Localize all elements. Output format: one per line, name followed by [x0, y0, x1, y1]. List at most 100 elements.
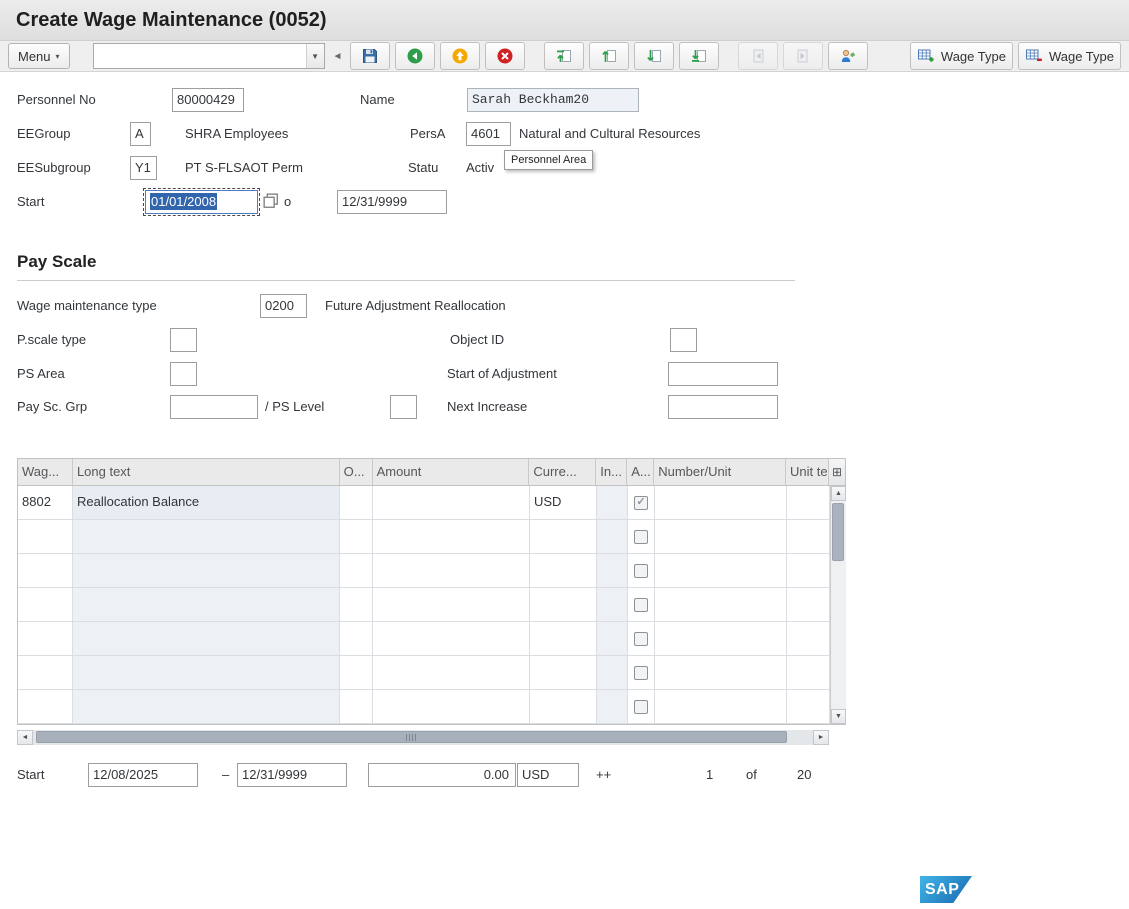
previous-page-button[interactable]	[589, 42, 629, 70]
operation-cell[interactable]	[340, 690, 373, 724]
number-unit-cell[interactable]	[655, 656, 787, 690]
start-date-field[interactable]: 01/01/2008	[145, 190, 258, 214]
footer-amount-field[interactable]: 0.00	[368, 763, 516, 787]
cancel-button[interactable]	[485, 42, 525, 70]
row-checkbox[interactable]	[634, 700, 648, 714]
menu-button[interactable]: Menu ▾	[8, 43, 70, 69]
vertical-scrollbar-thumb[interactable]	[832, 503, 844, 561]
operation-cell[interactable]	[340, 622, 373, 656]
number-unit-cell[interactable]	[655, 622, 787, 656]
amount-cell[interactable]	[373, 486, 530, 520]
exit-button[interactable]	[440, 42, 480, 70]
currency-cell[interactable]	[530, 520, 597, 554]
unit-text-cell[interactable]	[787, 622, 830, 656]
wage-type-cell[interactable]	[18, 554, 73, 588]
ps-level-field[interactable]	[390, 395, 417, 419]
wage-maintenance-type-field[interactable]: 0200	[260, 294, 307, 318]
copy-icon[interactable]	[261, 191, 281, 211]
unit-text-cell[interactable]	[787, 656, 830, 690]
number-unit-cell[interactable]	[655, 520, 787, 554]
amount-cell[interactable]	[373, 520, 530, 554]
scroll-down-button[interactable]: ▼	[831, 709, 846, 724]
pay-sc-grp-field[interactable]	[170, 395, 258, 419]
currency-cell[interactable]	[530, 690, 597, 724]
column-header-operation[interactable]: O...	[340, 459, 373, 485]
unit-text-cell[interactable]	[787, 520, 830, 554]
back-button[interactable]	[395, 42, 435, 70]
row-checkbox[interactable]	[634, 666, 648, 680]
number-unit-cell[interactable]	[655, 690, 787, 724]
currency-cell[interactable]	[530, 622, 597, 656]
chevron-down-icon[interactable]: ▼	[306, 44, 324, 68]
end-date-field[interactable]: 12/31/9999	[337, 190, 447, 214]
ps-area-field[interactable]	[170, 362, 197, 386]
scroll-right-button[interactable]: ►	[813, 730, 829, 745]
column-header-indicator[interactable]: In...	[596, 459, 627, 485]
save-button[interactable]	[350, 42, 390, 70]
column-header-a[interactable]: A...	[627, 459, 654, 485]
row-checkbox[interactable]	[634, 530, 648, 544]
operation-cell[interactable]	[340, 486, 373, 520]
number-unit-cell[interactable]	[655, 588, 787, 622]
unit-text-cell[interactable]	[787, 554, 830, 588]
unit-text-cell[interactable]	[787, 588, 830, 622]
first-page-button[interactable]	[544, 42, 584, 70]
wage-type-cell[interactable]	[18, 622, 73, 656]
last-page-button[interactable]	[679, 42, 719, 70]
row-checkbox[interactable]: ✓	[634, 496, 648, 510]
operation-cell[interactable]	[340, 656, 373, 690]
table-settings-button[interactable]: ⊞	[829, 459, 845, 485]
amount-cell[interactable]	[373, 690, 530, 724]
amount-cell[interactable]	[373, 588, 530, 622]
horizontal-scrollbar-track[interactable]	[33, 730, 813, 745]
column-header-amount[interactable]: Amount	[373, 459, 530, 485]
column-header-currency[interactable]: Curre...	[529, 459, 596, 485]
currency-cell[interactable]	[530, 656, 597, 690]
operation-cell[interactable]	[340, 554, 373, 588]
footer-currency-field[interactable]: USD	[517, 763, 579, 787]
vertical-scrollbar[interactable]: ▲ ▼	[830, 486, 846, 724]
wage-type-cell[interactable]	[18, 656, 73, 690]
footer-to-date-field[interactable]: 12/31/9999	[237, 763, 347, 787]
wage-type-cell[interactable]	[18, 588, 73, 622]
currency-cell[interactable]	[530, 588, 597, 622]
object-id-field[interactable]	[670, 328, 697, 352]
footer-from-date-field[interactable]: 12/08/2025	[88, 763, 198, 787]
horizontal-scrollbar-thumb[interactable]	[36, 731, 787, 743]
amount-cell[interactable]	[373, 554, 530, 588]
vertical-scrollbar-track[interactable]	[831, 501, 846, 709]
add-wage-type-button[interactable]: Wage Type	[910, 42, 1013, 70]
delete-wage-type-button[interactable]: Wage Type	[1018, 42, 1121, 70]
collapse-toolbar-icon[interactable]: ◄	[330, 51, 346, 62]
operation-cell[interactable]	[340, 520, 373, 554]
pscale-type-field[interactable]	[170, 328, 197, 352]
horizontal-scrollbar[interactable]: ◄ ►	[17, 730, 829, 745]
command-field[interactable]: ▼	[93, 43, 325, 69]
wage-type-cell[interactable]	[18, 690, 73, 724]
personnel-file-button[interactable]	[828, 42, 868, 70]
wage-type-cell[interactable]	[18, 520, 73, 554]
next-page-button[interactable]	[634, 42, 674, 70]
column-header-unit-text[interactable]: Unit text	[786, 459, 829, 485]
unit-text-cell[interactable]	[787, 690, 830, 724]
column-header-long-text[interactable]: Long text	[73, 459, 340, 485]
wage-type-cell[interactable]: 8802	[18, 486, 73, 520]
scroll-up-button[interactable]: ▲	[831, 486, 846, 501]
amount-cell[interactable]	[373, 656, 530, 690]
personnel-no-field[interactable]: 80000429	[172, 88, 244, 112]
column-header-wage-type[interactable]: Wag...	[18, 459, 73, 485]
scroll-left-button[interactable]: ◄	[17, 730, 33, 745]
row-checkbox[interactable]	[634, 564, 648, 578]
column-header-number-unit[interactable]: Number/Unit	[654, 459, 786, 485]
next-increase-field[interactable]	[668, 395, 778, 419]
operation-cell[interactable]	[340, 588, 373, 622]
row-checkbox[interactable]	[634, 632, 648, 646]
currency-cell[interactable]	[530, 554, 597, 588]
unit-text-cell[interactable]	[787, 486, 830, 520]
currency-cell[interactable]: USD	[530, 486, 597, 520]
number-unit-cell[interactable]	[655, 554, 787, 588]
start-of-adjustment-field[interactable]	[668, 362, 778, 386]
row-checkbox[interactable]	[634, 598, 648, 612]
number-unit-cell[interactable]	[655, 486, 787, 520]
amount-cell[interactable]	[373, 622, 530, 656]
